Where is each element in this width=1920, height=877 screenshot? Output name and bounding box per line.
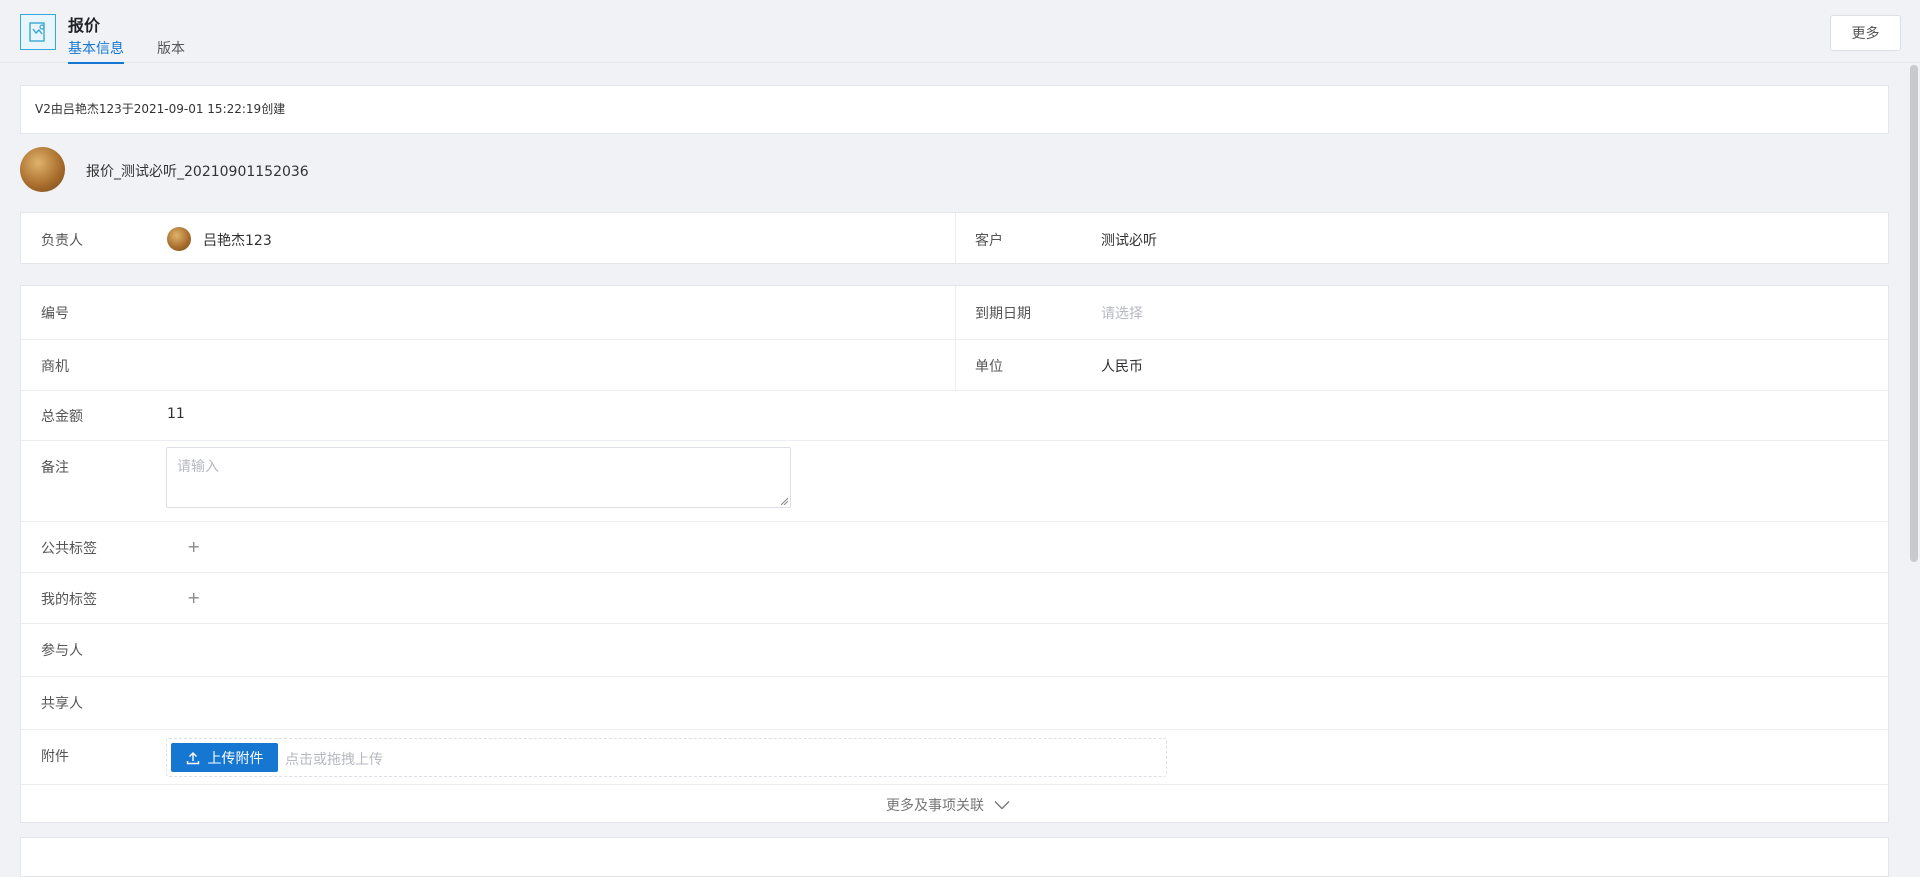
- owner-customer-card: 负责人 吕艳杰123 客户 测试必听: [20, 212, 1889, 264]
- scrollbar-thumb[interactable]: [1910, 65, 1918, 562]
- upload-button[interactable]: 上传附件: [171, 743, 278, 772]
- participants-label: 参与人: [41, 643, 83, 659]
- expand-more-toggle[interactable]: 更多及事项关联: [886, 795, 1010, 815]
- total-label: 总金额: [41, 409, 83, 425]
- customer-value[interactable]: 测试必听: [1101, 230, 1157, 250]
- version-info: V2由吕艳杰123于2021-09-01 15:22:19创建: [20, 85, 1889, 134]
- number-label: 编号: [41, 306, 69, 322]
- page-title: 报价: [68, 16, 101, 35]
- remark-label: 备注: [41, 460, 69, 476]
- tab-basic-info[interactable]: 基本信息: [68, 38, 124, 64]
- record-name: 报价_测试必听_20210901152036: [86, 164, 309, 180]
- quote-app-icon: [20, 14, 56, 50]
- unit-label: 单位: [975, 359, 1003, 375]
- opportunity-label: 商机: [41, 359, 69, 375]
- divider: [21, 572, 1888, 573]
- details-card: 编号 到期日期 请选择 商机 单位 人民币 总金额 11 备注 请输入 公共标签…: [20, 285, 1889, 823]
- owner-label: 负责人: [41, 233, 83, 249]
- owner-value[interactable]: 吕艳杰123: [203, 230, 272, 250]
- chevron-down-icon: [994, 801, 1010, 810]
- due-date-label: 到期日期: [975, 306, 1031, 322]
- my-tags-label: 我的标签: [41, 592, 97, 608]
- divider: [21, 390, 1888, 391]
- sharers-label: 共享人: [41, 696, 83, 712]
- unit-value[interactable]: 人民币: [1101, 356, 1143, 376]
- divider: [21, 521, 1888, 522]
- upload-icon: [186, 751, 199, 764]
- customer-label: 客户: [975, 233, 1003, 249]
- divider: [955, 213, 956, 263]
- owner-avatar: [167, 227, 191, 251]
- page-header: 报价 基本信息 版本 更多: [0, 0, 1920, 64]
- divider: [21, 676, 1888, 677]
- upload-button-label: 上传附件: [207, 750, 264, 767]
- divider: [21, 784, 1888, 785]
- remark-placeholder: 请输入: [177, 459, 219, 475]
- public-tags-label: 公共标签: [41, 541, 97, 557]
- expand-label: 更多及事项关联: [886, 798, 984, 814]
- divider: [21, 729, 1888, 730]
- resize-handle-icon[interactable]: [780, 497, 788, 505]
- divider: [21, 440, 1888, 441]
- add-my-tag-button[interactable]: +: [187, 588, 200, 607]
- divider: [955, 286, 956, 390]
- tab-versions[interactable]: 版本: [157, 38, 185, 62]
- scrollbar[interactable]: [1908, 63, 1920, 870]
- due-date-input[interactable]: 请选择: [1101, 303, 1143, 323]
- next-section-card: [20, 837, 1889, 877]
- add-public-tag-button[interactable]: +: [187, 537, 200, 556]
- record-avatar: [20, 147, 65, 192]
- divider: [21, 623, 1888, 624]
- remark-textarea[interactable]: 请输入: [166, 447, 791, 508]
- total-value: 11: [167, 406, 185, 422]
- more-button[interactable]: 更多: [1830, 15, 1901, 51]
- upload-hint: 点击或拖拽上传: [285, 752, 383, 768]
- upload-dropzone[interactable]: 上传附件 点击或拖拽上传: [166, 738, 1167, 777]
- attachments-label: 附件: [41, 749, 69, 765]
